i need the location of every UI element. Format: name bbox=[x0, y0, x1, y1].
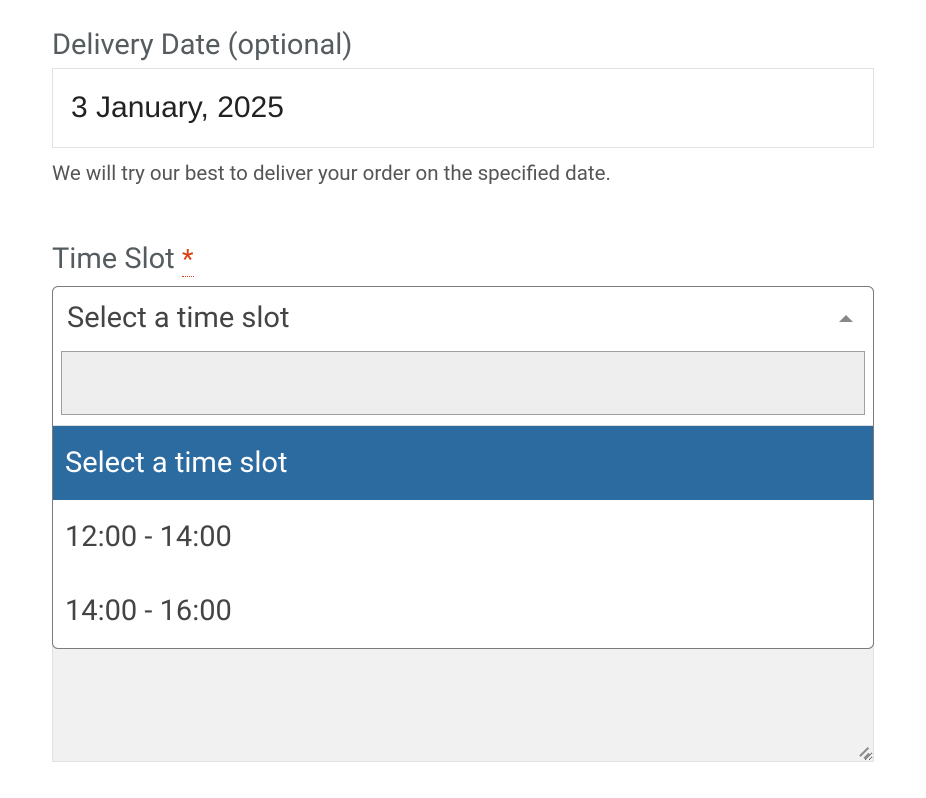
chevron-up-icon bbox=[839, 315, 853, 322]
time-slot-display[interactable]: Select a time slot bbox=[53, 287, 873, 345]
time-slot-option-1[interactable]: 12:00 - 14:00 bbox=[53, 500, 873, 574]
time-slot-option-2[interactable]: 14:00 - 16:00 bbox=[53, 574, 873, 648]
delivery-date-helper: We will try our best to deliver your ord… bbox=[52, 162, 874, 186]
time-slot-label: Time Slot * bbox=[52, 242, 874, 276]
time-slot-options: Select a time slot 12:00 - 14:00 14:00 -… bbox=[53, 425, 873, 648]
delivery-date-field-wrapper bbox=[52, 68, 874, 148]
time-slot-search-input[interactable] bbox=[61, 351, 865, 415]
time-slot-select[interactable]: Select a time slot Select a time slot 12… bbox=[52, 286, 874, 649]
delivery-date-label: Delivery Date (optional) bbox=[52, 28, 874, 62]
time-slot-option-placeholder[interactable]: Select a time slot bbox=[53, 426, 873, 500]
required-asterisk-icon: * bbox=[182, 243, 194, 277]
time-slot-display-text: Select a time slot bbox=[67, 301, 289, 335]
time-slot-dropdown[interactable]: Select a time slot Select a time slot 12… bbox=[52, 286, 874, 649]
resize-handle-icon bbox=[853, 741, 869, 757]
delivery-date-input[interactable] bbox=[52, 69, 874, 148]
time-slot-search-row bbox=[53, 345, 873, 425]
time-slot-label-text: Time Slot bbox=[52, 242, 175, 276]
